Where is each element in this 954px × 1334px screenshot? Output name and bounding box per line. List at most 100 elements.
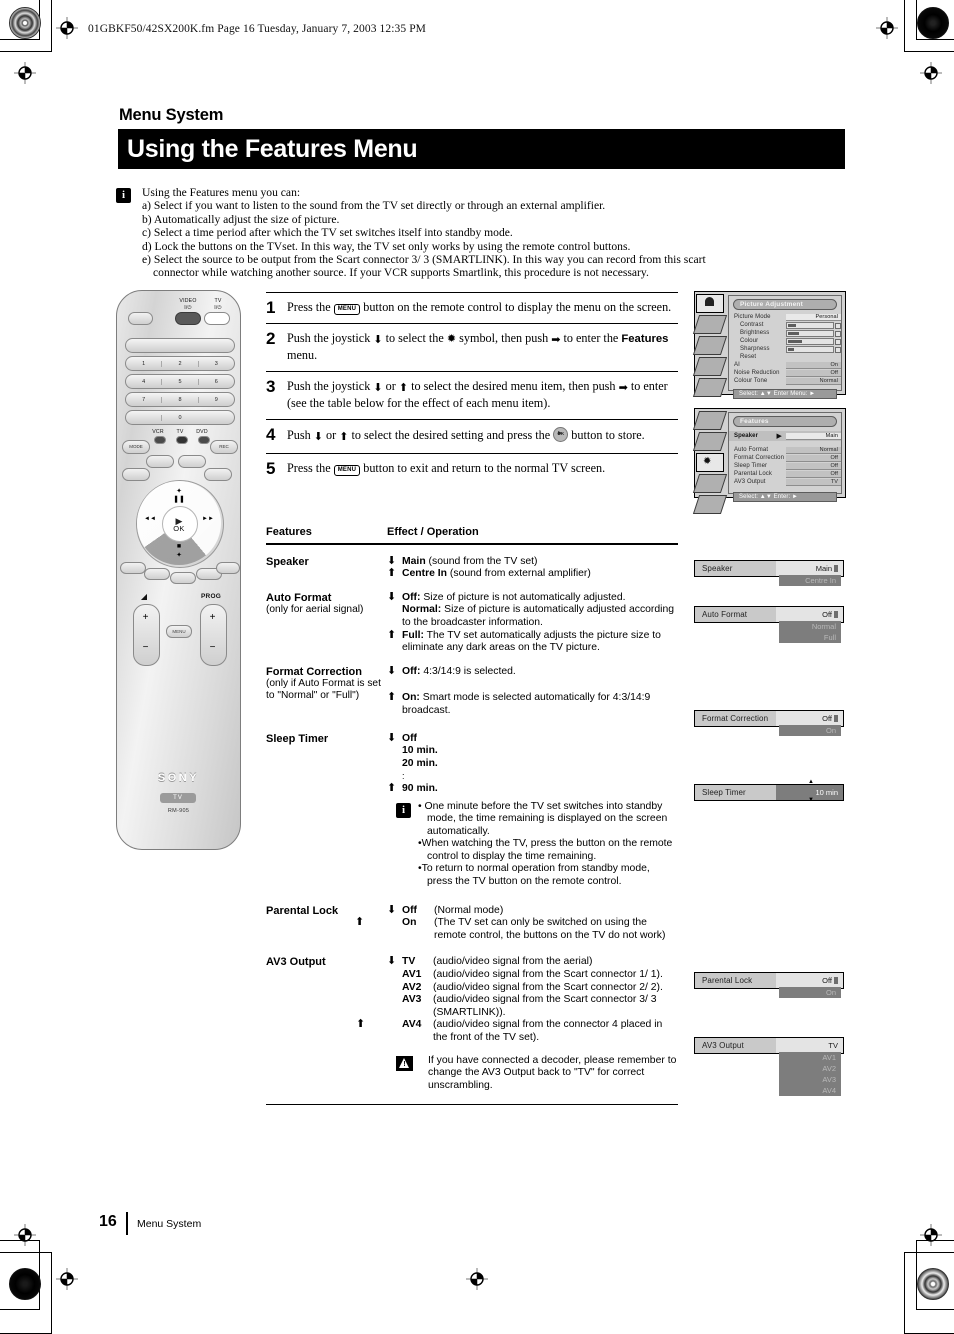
- dropdown-option[interactable]: AV4: [779, 1085, 841, 1096]
- dropdown-option[interactable]: AV3: [779, 1074, 841, 1085]
- tab-sound-icon[interactable]: [692, 315, 728, 334]
- remote-key-3[interactable]: 3: [197, 360, 234, 367]
- tab-menu-icon[interactable]: [692, 378, 728, 397]
- remote-video-power-button[interactable]: [175, 312, 201, 325]
- osd-slider[interactable]: [786, 337, 841, 345]
- remote-mode-button[interactable]: MODE: [122, 440, 150, 454]
- remote-menu-button[interactable]: MENU: [166, 625, 192, 638]
- osd-row[interactable]: Speaker ▶ Main: [729, 431, 841, 441]
- arrow-down-indicator: ▼: [808, 797, 814, 803]
- feature-effect-cell: ⬇ Off: 4:3/14:9 is selected. ⬆ On: Smart m…: [387, 665, 678, 718]
- step-3-post2: to select the desired menu item, then pu…: [408, 379, 619, 393]
- osd-row[interactable]: Auto Format Normal: [729, 446, 841, 454]
- osd-row[interactable]: Picture Mode Personal: [729, 313, 841, 321]
- slider-track[interactable]: [786, 345, 841, 353]
- osd-row[interactable]: Sharpness: [729, 345, 841, 353]
- remote-keyrow-456[interactable]: 4 5 6: [125, 374, 235, 389]
- dropdown-option[interactable]: Centre In: [779, 575, 841, 586]
- osd-row[interactable]: Contrast: [729, 321, 841, 329]
- remote-keyrow-123[interactable]: 1 2 3: [125, 356, 235, 371]
- osd-row[interactable]: AI On: [729, 361, 841, 369]
- osd-row[interactable]: Noise Reduction Off: [729, 369, 841, 377]
- dropdown-option[interactable]: Full: [779, 632, 841, 643]
- tab-menu-icon[interactable]: [692, 495, 728, 514]
- osd-row[interactable]: Brightness: [729, 329, 841, 337]
- remote-volume-minus[interactable]: −: [133, 642, 158, 653]
- osd-dropdown-format-correction[interactable]: On: [779, 725, 841, 736]
- slider-track[interactable]: [786, 329, 841, 337]
- remote-keyrow-bottom[interactable]: 0: [125, 410, 235, 425]
- tab-picture-icon[interactable]: [696, 294, 724, 313]
- remote-volume-plus[interactable]: +: [133, 612, 158, 623]
- option-spacer: [387, 678, 678, 692]
- osd-bar-label: Format Correction: [702, 714, 769, 723]
- remote-prog-minus[interactable]: −: [200, 642, 225, 653]
- footer-section-label: Menu System: [137, 1218, 202, 1230]
- remote-key-5[interactable]: 5: [161, 378, 197, 385]
- step-4-post: or: [322, 428, 340, 442]
- tab-sound-icon[interactable]: [692, 432, 728, 451]
- manual-page: 01GBKF50/42SX200K.fm Page 16 Tuesday, Ja…: [0, 0, 954, 1334]
- remote-key-6[interactable]: 6: [197, 378, 234, 385]
- remote-lower-button-4[interactable]: [120, 562, 146, 574]
- osd-row[interactable]: AV3 Output TV: [729, 478, 841, 486]
- tab-features-icon[interactable]: [692, 336, 728, 355]
- option-line: ⬆ On: Smart mode is selected automaticall…: [387, 691, 678, 717]
- tab-setup-icon[interactable]: [692, 474, 728, 493]
- halftone-target-tl: [9, 7, 41, 39]
- osd-dropdown-parental-lock[interactable]: On: [779, 987, 841, 998]
- remote-key-7[interactable]: 7: [126, 397, 161, 403]
- osd-bar-label: Auto Format: [702, 610, 748, 619]
- slider-track[interactable]: [786, 321, 841, 329]
- remote-aux-button-1[interactable]: [146, 455, 174, 468]
- remote-keyrow-top[interactable]: [125, 338, 235, 353]
- option-text: Size of picture is automatically adjuste…: [402, 604, 675, 628]
- osd-dropdown-av3-output[interactable]: AV1 AV2 AV3 AV4: [779, 1052, 841, 1096]
- dropdown-option[interactable]: AV1: [779, 1052, 841, 1063]
- step-5-pre: Press the: [287, 461, 334, 475]
- remote-key-1[interactable]: 1: [126, 361, 161, 367]
- remote-prog-plus[interactable]: +: [200, 612, 225, 623]
- osd-row[interactable]: Reset: [729, 353, 841, 361]
- osd-row[interactable]: Sleep Timer Off: [729, 462, 841, 470]
- remote-key-4[interactable]: 4: [126, 379, 161, 385]
- osd-row[interactable]: Format Correction Off: [729, 454, 841, 462]
- remote-aux-button-3[interactable]: [122, 468, 150, 481]
- osd-row[interactable]: Colour Tone Normal: [729, 377, 841, 385]
- remote-stop-icon: ■: [176, 543, 182, 550]
- remote-tv-power-button[interactable]: [204, 312, 230, 325]
- osd-slider[interactable]: [786, 345, 841, 353]
- dropdown-option[interactable]: On: [779, 725, 841, 736]
- osd-dropdown-auto-format[interactable]: Normal Full: [779, 621, 841, 643]
- osd-slider[interactable]: [786, 329, 841, 337]
- remote-key-8[interactable]: 8: [161, 396, 197, 403]
- slider-track[interactable]: [786, 337, 841, 345]
- step-5-number: 5: [266, 459, 276, 478]
- table-row: Sleep Timer ⬇ Off 10 min. 20 min. : ⬆ 90 m…: [266, 718, 678, 889]
- remote-key-2[interactable]: 2: [161, 360, 197, 367]
- osd-picture-adjustment: Picture Adjustment Picture Mode Personal…: [692, 291, 846, 399]
- remote-lower-button-1[interactable]: [144, 568, 170, 580]
- remote-key-9[interactable]: 9: [197, 396, 234, 403]
- osd-slider[interactable]: [786, 321, 841, 329]
- remote-aux-button-4[interactable]: [204, 468, 232, 481]
- osd-dropdown-speaker[interactable]: Centre In: [779, 575, 841, 586]
- tab-picture-icon[interactable]: [692, 411, 728, 430]
- osd-value: TV: [786, 478, 841, 486]
- dropdown-option[interactable]: Normal: [779, 621, 841, 632]
- osd-row[interactable]: Colour: [729, 337, 841, 345]
- section-kicker: Menu System: [119, 106, 224, 124]
- remote-rec-button[interactable]: REC: [210, 440, 238, 454]
- tab-setup-icon[interactable]: [692, 357, 728, 376]
- remote-keyrow-789[interactable]: 7 8 9: [125, 392, 235, 407]
- osd-row[interactable]: Parental Lock Off: [729, 470, 841, 478]
- remote-key-0[interactable]: 0: [161, 414, 197, 421]
- osd-bar-sleep-timer[interactable]: Sleep Timer 10 min: [694, 784, 844, 801]
- remote-lower-button-2[interactable]: [170, 572, 196, 584]
- tab-features-icon[interactable]: ✹: [696, 453, 724, 472]
- remote-lower-button-5[interactable]: [216, 562, 240, 574]
- remote-mute-button[interactable]: [128, 312, 153, 325]
- dropdown-option[interactable]: AV2: [779, 1063, 841, 1074]
- remote-aux-button-2[interactable]: [178, 455, 206, 468]
- dropdown-option[interactable]: On: [779, 987, 841, 998]
